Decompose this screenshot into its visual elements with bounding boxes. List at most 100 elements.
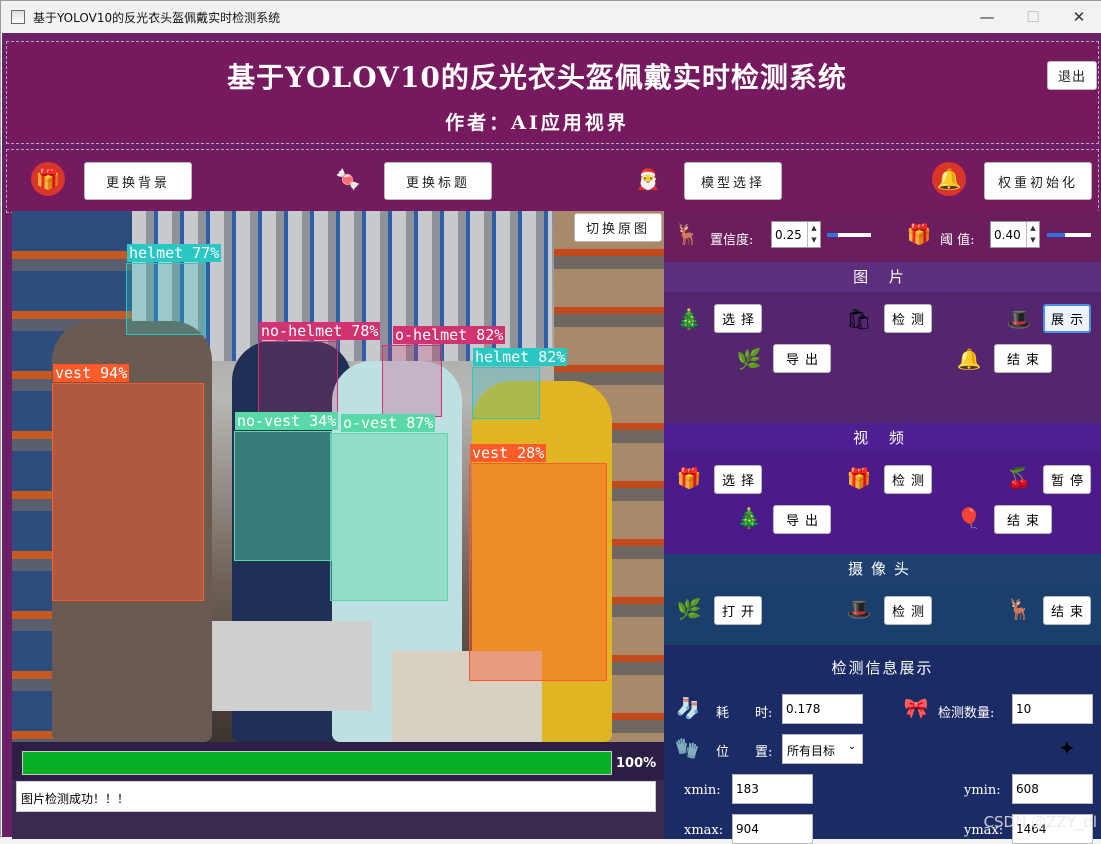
iou-slider-fill bbox=[1047, 233, 1065, 237]
info-section-title: 检测信息展示 bbox=[831, 659, 934, 677]
candy-icon: 🍬 bbox=[335, 167, 361, 191]
status-box: 图片检测成功！！！ bbox=[16, 781, 656, 812]
model-select-button[interactable]: 模型选择 bbox=[684, 162, 782, 200]
header-banner: 基于YOLOV10的反光衣头盔佩戴实时检测系统 作者：AI应用视界 退出 bbox=[6, 41, 1099, 144]
chevron-down-icon: ⌄ bbox=[847, 741, 856, 752]
image-section-title: 图 片 bbox=[664, 262, 1101, 292]
camera-detect-button[interactable]: 检测 bbox=[884, 596, 932, 625]
video-end-button[interactable]: 结束 bbox=[994, 505, 1052, 534]
detection-image: helmet 77% no-helmet 78% o-helmet 82% he… bbox=[12, 211, 664, 742]
image-pane: helmet 77% no-helmet 78% o-helmet 82% he… bbox=[12, 211, 664, 839]
image-section: 图 片 🎄 选择 🛍 检测 🎩 展示 🌿 导出 🔔 结束 bbox=[664, 262, 1101, 423]
balloon-icon: 🎈 bbox=[956, 506, 982, 530]
detection-box: o-helmet 82% bbox=[382, 326, 506, 417]
main-area: 基于YOLOV10的反光衣头盔佩戴实时检测系统 作者：AI应用视界 退出 🎁 更… bbox=[2, 33, 1101, 844]
conf-spinbox[interactable]: 0.25 ▲ ▼ bbox=[771, 221, 821, 248]
wreath-icon: 🎄 bbox=[676, 307, 702, 331]
camera-end-button[interactable]: 结束 bbox=[1043, 596, 1091, 625]
time-field[interactable]: 0.178 bbox=[782, 694, 863, 724]
info-section: 检测信息展示 🧦 耗 时: 0.178 🎀 检测数量: 10 🧤 位 置: 所有… bbox=[664, 645, 1101, 844]
video-pause-button[interactable]: 暂停 bbox=[1043, 465, 1091, 494]
video-select-button[interactable]: 选择 bbox=[714, 465, 762, 494]
spin-arrows[interactable]: ▲ ▼ bbox=[807, 222, 820, 247]
detection-label: vest 94% bbox=[53, 364, 130, 382]
stocking-icon: 🧦 bbox=[675, 696, 701, 720]
present-icon: 🎁 bbox=[676, 466, 702, 490]
iou-value: 0.40 bbox=[994, 228, 1021, 242]
switch-original-button[interactable]: 切换原图 bbox=[574, 213, 662, 242]
reindeer-icon: 🦌 bbox=[1006, 597, 1032, 621]
ymin-field[interactable]: 608 bbox=[1012, 774, 1093, 804]
laptop bbox=[212, 621, 372, 711]
maximize-button[interactable]: ☐ bbox=[1010, 1, 1056, 33]
image-detect-button[interactable]: 检测 bbox=[884, 304, 932, 333]
detection-label: helmet 77% bbox=[127, 244, 222, 262]
window-title: 基于YOLOV10的反光衣头盔佩戴实时检测系统 bbox=[33, 10, 281, 25]
santa-icon: 🎅 bbox=[635, 167, 661, 191]
detection-label: helmet 82% bbox=[473, 348, 568, 366]
app-title: 基于YOLOV10的反光衣头盔佩戴实时检测系统 bbox=[227, 61, 847, 94]
bell-icon: 🔔 bbox=[932, 162, 966, 196]
minimize-button[interactable]: — bbox=[964, 1, 1010, 33]
progress-bar bbox=[22, 751, 612, 775]
count-field[interactable]: 10 bbox=[1012, 694, 1093, 724]
detection-box: vest 94% bbox=[52, 364, 204, 601]
mittens-icon: 🧤 bbox=[674, 736, 700, 760]
change-background-button[interactable]: 更换背景 bbox=[84, 162, 192, 200]
detection-label: o-vest 87% bbox=[341, 414, 436, 432]
detection-box: helmet 82% bbox=[472, 348, 568, 419]
gift-box-icon: 🎁 bbox=[906, 222, 932, 246]
camera-open-button[interactable]: 打开 bbox=[714, 596, 762, 625]
conf-slider[interactable] bbox=[827, 233, 871, 237]
video-detect-button[interactable]: 检测 bbox=[884, 465, 932, 494]
pinwheel-icon: ✦ bbox=[1058, 736, 1076, 760]
reindeer-icon: 🦌 bbox=[674, 222, 700, 246]
santa-hat-icon: 🎩 bbox=[846, 597, 872, 621]
camera-section: 摄像头 🌿 打开 🎩 检测 🦌 结束 bbox=[664, 554, 1101, 645]
image-export-button[interactable]: 导出 bbox=[773, 344, 831, 373]
iou-spinbox[interactable]: 0.40 ▲ ▼ bbox=[990, 221, 1040, 248]
video-export-button[interactable]: 导出 bbox=[773, 505, 831, 534]
xmax-field[interactable]: 904 bbox=[732, 814, 813, 844]
progress-fill bbox=[23, 752, 611, 774]
video-section-title: 视 频 bbox=[664, 423, 1101, 453]
holly-icon: 🌿 bbox=[676, 597, 702, 621]
detection-label: o-helmet 82% bbox=[393, 326, 506, 344]
detection-box: vest 28% bbox=[469, 444, 607, 681]
weight-init-button[interactable]: 权重初始化 bbox=[984, 162, 1092, 200]
exit-button[interactable]: 退出 bbox=[1047, 61, 1097, 90]
count-label: 检测数量: bbox=[938, 706, 995, 721]
watermark: CSDN @ZZY_dl bbox=[983, 813, 1097, 831]
ymin-label: ymin: bbox=[964, 783, 1001, 798]
iou-label: 阈 值: bbox=[940, 233, 975, 248]
xmax-label: xmax: bbox=[684, 823, 724, 838]
app-icon bbox=[11, 10, 25, 24]
position-select[interactable]: 所有目标 ⌄ bbox=[782, 734, 863, 764]
detection-box: no-helmet 78% bbox=[258, 322, 381, 421]
title-bar: 基于YOLOV10的反光衣头盔佩戴实时检测系统 — ☐ ✕ bbox=[1, 1, 1101, 33]
change-title-button[interactable]: 更换标题 bbox=[384, 162, 492, 200]
detection-label: no-helmet 78% bbox=[259, 322, 381, 340]
bells-icon: 🔔 bbox=[956, 347, 982, 371]
position-value: 所有目标 bbox=[787, 744, 836, 758]
app-window: 基于YOLOV10的反光衣头盔佩戴实时检测系统 — ☐ ✕ 基于YOLOV10的… bbox=[0, 0, 1101, 844]
tree-icon: 🎄 bbox=[736, 506, 762, 530]
detection-label: no-vest 34% bbox=[235, 412, 339, 430]
image-select-button[interactable]: 选择 bbox=[714, 304, 762, 333]
mistletoe-icon: 🍒 bbox=[1006, 466, 1032, 490]
conf-slider-fill bbox=[827, 233, 838, 237]
conf-label: 置信度: bbox=[710, 233, 754, 248]
video-section: 视 频 🎁 选择 🎁 检测 🍒 暂停 🎄 导出 🎈 结束 bbox=[664, 423, 1101, 554]
spin-arrows[interactable]: ▲ ▼ bbox=[1026, 222, 1039, 247]
ornaments-icon: 🎀 bbox=[903, 696, 929, 720]
image-show-button[interactable]: 展示 bbox=[1043, 304, 1091, 333]
present-icon: 🎁 bbox=[846, 466, 872, 490]
conf-value: 0.25 bbox=[775, 228, 802, 242]
params-section: 🦌 置信度: 0.25 ▲ ▼ 🎁 阈 值: 0.40 ▲ ▼ bbox=[664, 211, 1101, 262]
gift-bag-icon: 🛍 bbox=[846, 307, 872, 331]
close-button[interactable]: ✕ bbox=[1056, 1, 1101, 33]
image-end-button[interactable]: 结束 bbox=[994, 344, 1052, 373]
iou-slider[interactable] bbox=[1047, 233, 1091, 237]
xmin-field[interactable]: 183 bbox=[732, 774, 813, 804]
detection-label: vest 28% bbox=[470, 444, 547, 462]
